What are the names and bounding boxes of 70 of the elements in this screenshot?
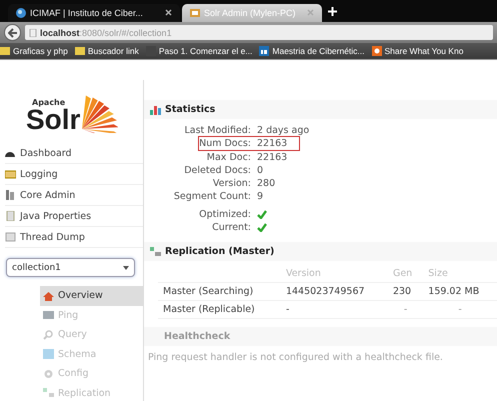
table-cell: Master (Searching) [158,282,281,301]
stat-value: 280 [257,177,276,190]
bar-chart-icon [150,104,161,114]
folder-icon [5,169,16,180]
stat-value: 22163 [257,150,288,164]
settings-icon [43,368,54,379]
column-header: Size [423,265,497,283]
back-button[interactable] [4,24,21,41]
url-text: localhost:8080/solr/#/collection1 [40,28,172,38]
core-selector[interactable]: collection1 [6,258,135,277]
bookmark-link[interactable]: Graficas y php [0,46,68,56]
document-icon [5,211,16,222]
folder-icon [0,46,10,56]
tab-title: ICIMAF | Instituto de Ciber... [30,8,143,18]
stat-label: Deleted Docs: [183,164,251,178]
bookmark-link[interactable]: Maestria de Cibernétic... [259,46,365,56]
new-tab-icon [328,6,337,16]
address-bar[interactable]: localhost:8080/solr/#/collection1 [25,25,493,40]
document-icon [5,232,16,242]
site-icon [16,8,26,18]
logo-caption: Apache [32,98,66,108]
tab-title: Solr Admin (Mylen-PC) [204,8,296,18]
back-arrow-icon [8,28,18,38]
sidebar-item[interactable]: Dashboard [5,143,143,164]
square-logo-icon [372,46,382,56]
close-tab-icon [307,9,314,16]
core-menu-item[interactable]: Overview [40,286,143,306]
stat-label: Segment Count: [172,190,251,204]
stat-value: 22163 [257,137,288,151]
bars-icon [5,190,16,200]
caret-icon [123,266,129,270]
sidebar-item[interactable]: Logging [5,164,143,186]
square-logo-icon [259,46,270,56]
sidebar-item[interactable]: Thread Dump [5,227,143,248]
stat-label: Num Docs: [198,137,251,151]
stat-label: Last Modified: [183,124,251,138]
screen-icon [43,310,54,320]
stat-label: Optimized: [198,208,251,222]
table-cell: - [280,300,388,319]
browser-tab[interactable]: ICIMAF | Instituto de Ciber... [8,4,180,22]
table-cell: 159.02 MB [423,282,497,301]
section-header: Replication (Master) [144,242,497,262]
column-header: Gen [388,265,424,283]
table-cell: - [423,300,497,319]
stat-value: 2 days ago [257,124,310,138]
bookmark-link[interactable]: Share What You Kno [372,46,464,56]
table-cell: Master (Replicable) [158,300,281,319]
table-cell: 230 [388,282,424,301]
search-icon [43,330,54,340]
section-header: Healthcheck [144,327,497,346]
site-icon [190,8,200,18]
sidebar-item[interactable]: Core Admin [5,185,143,206]
bookmark-link[interactable]: Paso 1. Comenzar el e... [146,46,252,56]
column-header: Version [280,265,388,283]
close-tab-icon [165,9,172,16]
stat-value: 9 [257,190,264,204]
table-cell: 1445023749567 [280,282,388,301]
stat-label: Version: [212,177,251,190]
status-message: Ping request handler is not configured with a healthcheck file. [147,351,444,364]
stat-label: Max Doc: [206,150,251,164]
sidebar-item[interactable]: Java Properties [5,206,143,228]
stat-label: Current: [211,221,251,234]
sunburst-logo-icon [80,93,118,134]
section-header: Statistics [144,100,497,119]
folder-icon [74,46,85,56]
table-cell: - [388,300,424,319]
stat-value: 0 [257,164,264,178]
house-icon [43,290,54,301]
logo-wordmark: Solr [26,107,80,134]
bookmark-link[interactable]: Buscador link [74,46,139,56]
